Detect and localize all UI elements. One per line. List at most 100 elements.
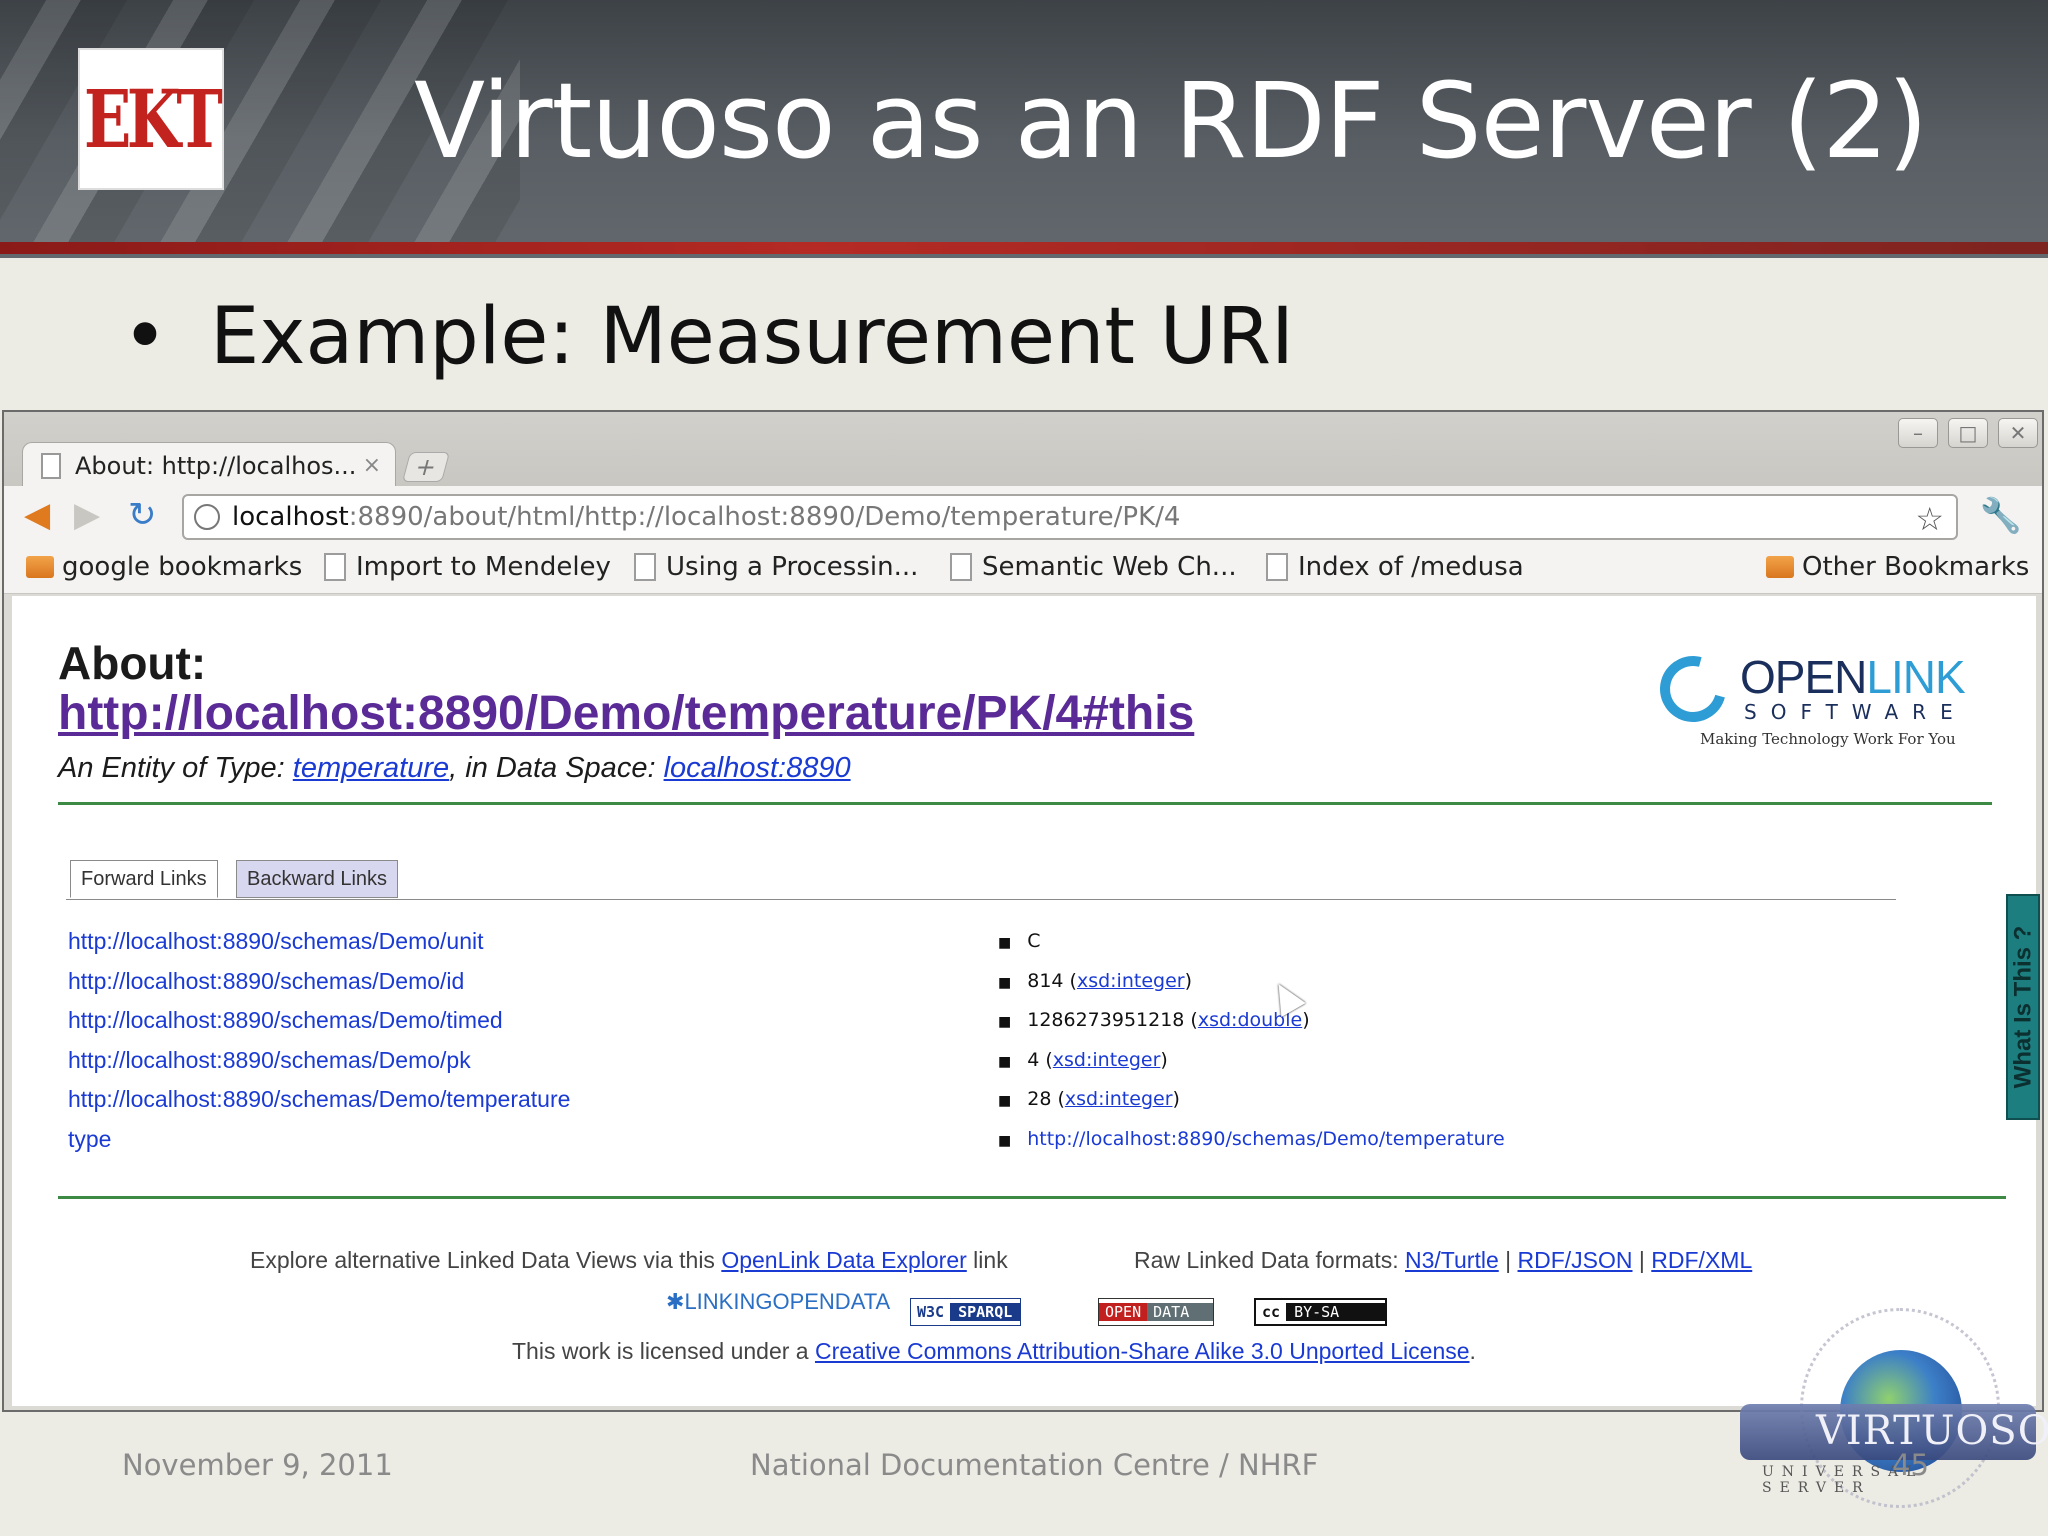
virtuoso-logo: VIRTUOSO UNIVERSAL SERVER bbox=[1740, 1298, 2048, 1518]
property-link-temperature[interactable]: http://localhost:8890/schemas/Demo/tempe… bbox=[68, 1086, 570, 1113]
ekt-logo-text: EKT bbox=[83, 72, 223, 166]
value-text: C bbox=[1027, 930, 1041, 952]
folder-icon bbox=[1766, 556, 1794, 578]
header-red-rule bbox=[0, 242, 2048, 254]
bookmark-semantic-web[interactable]: Semantic Web Ch... bbox=[950, 552, 1237, 582]
openlink-data-explorer-link[interactable]: OpenLink Data Explorer bbox=[721, 1247, 966, 1273]
wrench-icon[interactable]: 🔧 bbox=[1980, 496, 2022, 536]
bullet-dot: • bbox=[122, 292, 169, 382]
value-text: 28 bbox=[1027, 1088, 1052, 1110]
property-link-id[interactable]: http://localhost:8890/schemas/Demo/id bbox=[68, 968, 464, 995]
page-info-icon[interactable] bbox=[194, 504, 220, 530]
property-link-pk[interactable]: http://localhost:8890/schemas/Demo/pk bbox=[68, 1047, 471, 1074]
browser-toolbar: ◀ ▶ ↻ localhost:8890/about/html/http://l… bbox=[4, 486, 2042, 544]
url-path: :8890/about/html/http://localhost:8890/D… bbox=[348, 502, 1181, 532]
bookmark-label: Using a Processin... bbox=[666, 552, 919, 582]
openlink-software: SOFTWARE bbox=[1744, 700, 1967, 724]
rdf-xml-link[interactable]: RDF/XML bbox=[1651, 1247, 1752, 1273]
entity-type-link[interactable]: temperature bbox=[293, 752, 449, 784]
explore-prefix: Explore alternative Linked Data Views vi… bbox=[250, 1247, 722, 1273]
what-is-this-tab[interactable]: What Is This ? bbox=[2006, 894, 2040, 1120]
value-timed: ■ 1286273951218 (xsd:double) bbox=[998, 1009, 1310, 1031]
explore-suffix: link bbox=[966, 1247, 1008, 1273]
forward-arrow-icon[interactable]: ▶ bbox=[74, 498, 100, 532]
w3c-sparql-badge[interactable]: W3C SPARQL bbox=[910, 1298, 1022, 1326]
bookmark-label: Index of /medusa bbox=[1298, 552, 1524, 582]
sparql-text: SPARQL bbox=[950, 1303, 1021, 1321]
bookmark-label: Import to Mendeley bbox=[356, 552, 611, 582]
linking-open-data-badge[interactable]: ✱ LINKINGOPENDATA bbox=[666, 1288, 890, 1316]
value-type: ■ http://localhost:8890/schemas/Demo/temp… bbox=[998, 1128, 1505, 1150]
raw-formats-line: Raw Linked Data formats: N3/Turtle | RDF… bbox=[1134, 1247, 1752, 1274]
n3-turtle-link[interactable]: N3/Turtle bbox=[1405, 1247, 1499, 1273]
raw-prefix: Raw Linked Data formats: bbox=[1134, 1247, 1406, 1273]
footer-organization: National Documentation Centre / NHRF bbox=[750, 1448, 1319, 1482]
address-bar[interactable]: localhost:8890/about/html/http://localho… bbox=[182, 494, 1958, 540]
openlink-wordmark: OPENLINK bbox=[1740, 650, 1966, 704]
datatype-link[interactable]: xsd:integer bbox=[1077, 970, 1185, 992]
data-space-link[interactable]: localhost:8890 bbox=[664, 752, 851, 784]
value-id: ■ 814 (xsd:integer) bbox=[998, 970, 1193, 992]
browser-window: About: http://localhos... × + – □ ✕ ◀ ▶ … bbox=[2, 410, 2044, 1412]
datatype-link[interactable]: xsd:integer bbox=[1065, 1088, 1173, 1110]
property-link-type[interactable]: type bbox=[68, 1126, 111, 1153]
separator: | bbox=[1505, 1247, 1512, 1273]
cc-icon: cc bbox=[1256, 1303, 1287, 1321]
value-type-link[interactable]: http://localhost:8890/schemas/Demo/tempe… bbox=[1027, 1128, 1504, 1150]
folder-icon bbox=[26, 556, 54, 578]
tab-backward-links[interactable]: Backward Links bbox=[236, 860, 399, 898]
value-text: 814 bbox=[1027, 970, 1064, 992]
minimize-button[interactable]: – bbox=[1898, 418, 1938, 448]
ekt-logo: EKT bbox=[78, 48, 224, 190]
lod-star-icon: ✱ bbox=[666, 1289, 685, 1314]
url-host: localhost bbox=[232, 502, 349, 532]
bookmark-label: google bookmarks bbox=[62, 552, 303, 582]
value-unit: ■ C bbox=[998, 930, 1041, 952]
entity-type-line: An Entity of Type: temperature, in Data … bbox=[58, 752, 851, 785]
tab-close-icon[interactable]: × bbox=[363, 453, 381, 478]
license-prefix: This work is licensed under a bbox=[512, 1338, 815, 1364]
bookmark-import-to-mendeley[interactable]: Import to Mendeley bbox=[324, 552, 611, 582]
bookmark-index-of-medusa[interactable]: Index of /medusa bbox=[1266, 552, 1524, 582]
bookmark-using-a-processing[interactable]: Using a Processin... bbox=[634, 552, 918, 582]
what-is-this-label: What Is This ? bbox=[2009, 925, 2037, 1089]
bookmark-label: Semantic Web Ch... bbox=[982, 552, 1237, 582]
page-number: 45 bbox=[1892, 1448, 1929, 1482]
bookmark-other-bookmarks[interactable]: Other Bookmarks bbox=[1766, 552, 2029, 582]
entity-prefix: An Entity of Type: bbox=[58, 752, 293, 784]
browser-tab-about[interactable]: About: http://localhos... × bbox=[22, 442, 396, 488]
license-line: This work is licensed under a Creative C… bbox=[512, 1338, 1476, 1365]
cc-by-sa-badge[interactable]: cc BY-SA bbox=[1254, 1298, 1388, 1326]
bookmark-star-icon[interactable]: ☆ bbox=[1915, 500, 1944, 538]
property-link-timed[interactable]: http://localhost:8890/schemas/Demo/timed bbox=[68, 1007, 503, 1034]
open-text: OPEN bbox=[1099, 1303, 1148, 1321]
back-arrow-icon[interactable]: ◀ bbox=[24, 498, 50, 532]
tab-title: About: http://localhos... bbox=[75, 451, 357, 480]
page-icon bbox=[324, 553, 346, 581]
data-text: DATA bbox=[1147, 1303, 1214, 1321]
explore-line: Explore alternative Linked Data Views vi… bbox=[250, 1247, 1008, 1274]
entity-mid: , in Data Space: bbox=[449, 752, 664, 784]
close-window-button[interactable]: ✕ bbox=[1998, 418, 2038, 448]
bookmark-google-bookmarks[interactable]: google bookmarks bbox=[26, 552, 302, 582]
datatype-link[interactable]: xsd:integer bbox=[1053, 1049, 1161, 1071]
new-tab-button[interactable]: + bbox=[401, 452, 451, 482]
reload-icon[interactable]: ↻ bbox=[128, 498, 157, 532]
about-heading: About: bbox=[58, 637, 207, 689]
property-link-unit[interactable]: http://localhost:8890/schemas/Demo/unit bbox=[68, 928, 484, 955]
tab-forward-links[interactable]: Forward Links bbox=[70, 860, 218, 898]
rdf-json-link[interactable]: RDF/JSON bbox=[1518, 1247, 1633, 1273]
open-data-badge[interactable]: OPEN DATA bbox=[1098, 1298, 1215, 1326]
slide-title: Virtuoso as an RDF Server (2) bbox=[414, 60, 1928, 182]
openlink-logo: OPENLINK SOFTWARE Making Technology Work… bbox=[1647, 643, 1980, 750]
slide-header: EKT Virtuoso as an RDF Server (2) bbox=[0, 0, 2048, 258]
license-link[interactable]: Creative Commons Attribution-Share Alike… bbox=[815, 1338, 1470, 1364]
maximize-button[interactable]: □ bbox=[1948, 418, 1988, 448]
bullet-text: Example: Measurement URI bbox=[210, 292, 1295, 382]
w3c-text: W3C bbox=[911, 1303, 951, 1321]
bullet-item: • Example: Measurement URI bbox=[122, 292, 1294, 382]
tabs-divider bbox=[66, 899, 1896, 900]
about-uri-link[interactable]: http://localhost:8890/Demo/temperature/P… bbox=[58, 686, 1194, 741]
value-temperature: ■ 28 (xsd:integer) bbox=[998, 1088, 1180, 1110]
separator: | bbox=[1638, 1247, 1645, 1273]
